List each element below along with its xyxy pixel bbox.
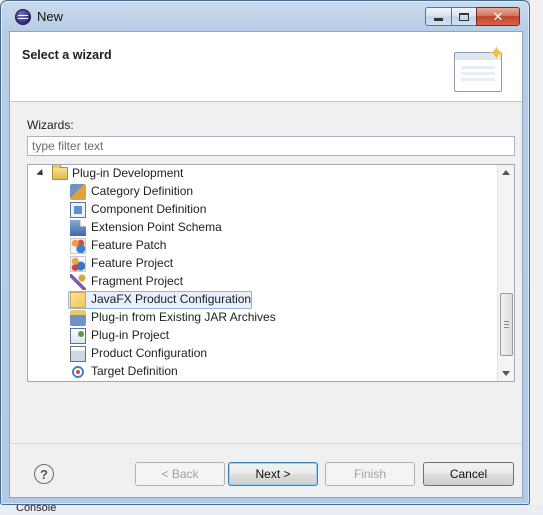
back-button[interactable]: < Back (135, 462, 225, 486)
tree-item[interactable]: Plug-in Project (28, 327, 498, 345)
minimize-icon (434, 18, 443, 21)
tree-item[interactable]: Plug-in from Existing JAR Archives (28, 309, 498, 327)
tree-item[interactable]: Component Definition (28, 201, 498, 219)
maximize-button[interactable] (451, 7, 477, 26)
close-button[interactable]: ✕ (476, 7, 520, 26)
plugin-project-icon (70, 328, 86, 344)
tree-category-plugin-development[interactable]: Plug-in Development (28, 165, 498, 183)
tree-item-label: Fragment Project (91, 274, 184, 288)
new-wizard-dialog: New ✕ Select a wizard ✦ Wizards: Plug-in… (0, 0, 530, 505)
background-bottom-bar (0, 505, 543, 515)
tree-item-label: Extension Point Schema (91, 220, 222, 234)
filter-input[interactable] (27, 136, 515, 156)
wizard-tree[interactable]: Plug-in Development Category Definition … (27, 164, 515, 382)
fragment-project-icon (70, 274, 86, 290)
maximize-icon (459, 12, 469, 21)
tree-item-label: Plug-in Project (91, 328, 170, 342)
cancel-button[interactable]: Cancel (423, 462, 514, 486)
wizard-banner: Select a wizard ✦ (10, 32, 522, 102)
help-button[interactable]: ? (34, 464, 54, 484)
feature-project-icon (70, 256, 86, 272)
tree-item-label: Target Definition (91, 364, 178, 378)
title-bar[interactable]: New ✕ (1, 1, 529, 31)
tree-item[interactable]: Product Configuration (28, 345, 498, 363)
scroll-thumb[interactable] (500, 293, 513, 356)
minimize-button[interactable] (425, 7, 452, 26)
extension-point-schema-icon (70, 220, 86, 236)
tree-scrollbar[interactable] (497, 165, 514, 381)
javafx-product-configuration-icon (70, 292, 86, 308)
scroll-up-arrow-icon[interactable] (502, 170, 510, 175)
tree-item-label: Component Definition (91, 202, 207, 216)
window-title: New (37, 9, 64, 24)
product-configuration-icon (70, 346, 86, 362)
page-title: Select a wizard (22, 48, 112, 62)
tree-item-selected[interactable]: JavaFX Product Configuration (28, 291, 498, 309)
dialog-client-area: Select a wizard ✦ Wizards: Plug-in Devel… (9, 31, 523, 498)
tree-category-label: Plug-in Development (72, 166, 184, 180)
tree-item-label: Feature Patch (91, 238, 167, 252)
help-icon: ? (40, 466, 48, 482)
plugin-from-jar-icon (70, 310, 86, 326)
close-icon: ✕ (492, 8, 504, 24)
tree-item[interactable]: Fragment Project (28, 273, 498, 291)
tree-item[interactable]: Category Definition (28, 183, 498, 201)
background-editor-right (530, 0, 543, 515)
tree-item-label: Product Configuration (91, 346, 208, 360)
category-definition-icon (70, 184, 86, 200)
tree-item[interactable]: Target Definition (28, 363, 498, 381)
tree-item-label: Feature Project (91, 256, 174, 270)
eclipse-icon (15, 9, 31, 25)
target-definition-icon (70, 364, 86, 380)
expand-chevron-icon[interactable] (36, 168, 46, 179)
tree-item[interactable]: Feature Project (28, 255, 498, 273)
wizards-label: Wizards: (27, 118, 74, 132)
scroll-down-arrow-icon[interactable] (502, 371, 510, 376)
feature-patch-icon (70, 238, 86, 254)
finish-button[interactable]: Finish (325, 462, 415, 486)
tree-item-label: JavaFX Product Configuration (91, 292, 252, 306)
tree-item[interactable]: Extension Point Schema (28, 219, 498, 237)
folder-open-icon (52, 165, 68, 180)
tree-item[interactable]: Feature Patch (28, 237, 498, 255)
next-button[interactable]: Next > (228, 462, 318, 486)
tree-item-label: Plug-in from Existing JAR Archives (91, 310, 276, 324)
tree-item-label: Category Definition (91, 184, 194, 198)
sparkle-icon: ✦ (488, 43, 505, 65)
component-definition-icon (70, 202, 86, 218)
footer-divider (10, 443, 522, 444)
